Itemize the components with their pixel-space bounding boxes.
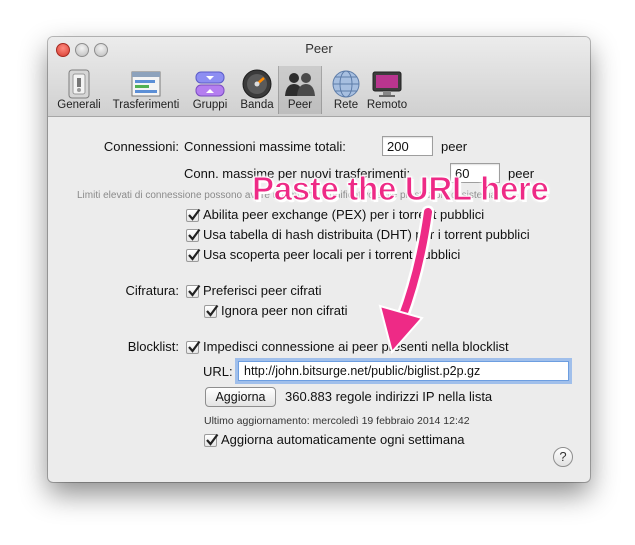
- ignore-unencrypted-label: Ignora peer non cifrati: [221, 303, 348, 318]
- checkmark-icon: [188, 228, 201, 241]
- prefer-encrypted-label: Preferisci peer cifrati: [203, 283, 322, 298]
- encryption-section-label: Cifratura:: [125, 283, 179, 298]
- lpd-checkbox[interactable]: [186, 248, 201, 262]
- remote-display-icon: [372, 71, 402, 97]
- auto-update-label: Aggiorna automaticamente ogni settimana: [221, 432, 465, 447]
- toolbar-item-generali[interactable]: Generali: [48, 66, 117, 114]
- general-switch-icon: [68, 69, 90, 99]
- annotation-callout-text: Paste the URL here: [252, 170, 550, 208]
- prefer-encrypted-checkbox[interactable]: [186, 284, 201, 298]
- dht-checkbox[interactable]: [186, 228, 201, 242]
- help-button[interactable]: ?: [553, 447, 573, 467]
- toolbar-item-remoto[interactable]: Remoto: [349, 66, 425, 114]
- toolbar-label-remoto: Remoto: [366, 99, 408, 111]
- checkmark-icon: [188, 340, 201, 353]
- auto-update-checkbox[interactable]: [204, 433, 219, 447]
- blocklist-last-update: Ultimo aggiornamento: mercoledì 19 febbr…: [204, 415, 470, 427]
- transfers-window-icon: [131, 71, 161, 97]
- connections-section-label: Connessioni:: [103, 139, 179, 154]
- blocklist-url-label: URL:: [203, 364, 233, 379]
- ignore-unencrypted-checkbox[interactable]: [204, 304, 219, 318]
- blocklist-section-label: Blocklist:: [127, 339, 179, 354]
- checkmark-icon: [188, 208, 201, 221]
- checkmark-icon: [188, 284, 201, 297]
- max-total-connections-input[interactable]: 200: [382, 136, 433, 156]
- blocklist-url-input[interactable]: http://john.bitsurge.net/public/biglist.…: [238, 361, 569, 381]
- preferences-window: Peer Generali Trasferimenti Gruppi Banda…: [48, 37, 590, 482]
- window-toolbar: Peer Generali Trasferimenti Gruppi Banda…: [48, 37, 590, 117]
- dht-label: Usa tabella di hash distribuita (DHT) pe…: [203, 227, 530, 242]
- window-title: Peer: [305, 41, 333, 56]
- toolbar-label-generali: Generali: [57, 99, 101, 111]
- pex-checkbox[interactable]: [186, 208, 201, 222]
- blocklist-rules-count: 360.883 regole indirizzi IP nella lista: [285, 389, 493, 404]
- blocklist-enable-label: Impedisci connessione ai peer presenti n…: [203, 339, 509, 354]
- checkmark-icon: [206, 304, 219, 317]
- checkmark-icon: [188, 248, 201, 261]
- max-total-connections-label: Connessioni massime totali:: [184, 139, 346, 154]
- max-total-connections-unit: peer: [441, 139, 468, 154]
- update-blocklist-button[interactable]: Aggiorna: [205, 387, 276, 407]
- lpd-label: Usa scoperta peer locali per i torrent p…: [203, 247, 461, 262]
- bandwidth-speedometer-icon: [242, 69, 272, 99]
- pex-label: Abilita peer exchange (PEX) per i torren…: [203, 207, 485, 222]
- blocklist-enable-checkbox[interactable]: [186, 340, 201, 354]
- checkmark-icon: [206, 433, 219, 446]
